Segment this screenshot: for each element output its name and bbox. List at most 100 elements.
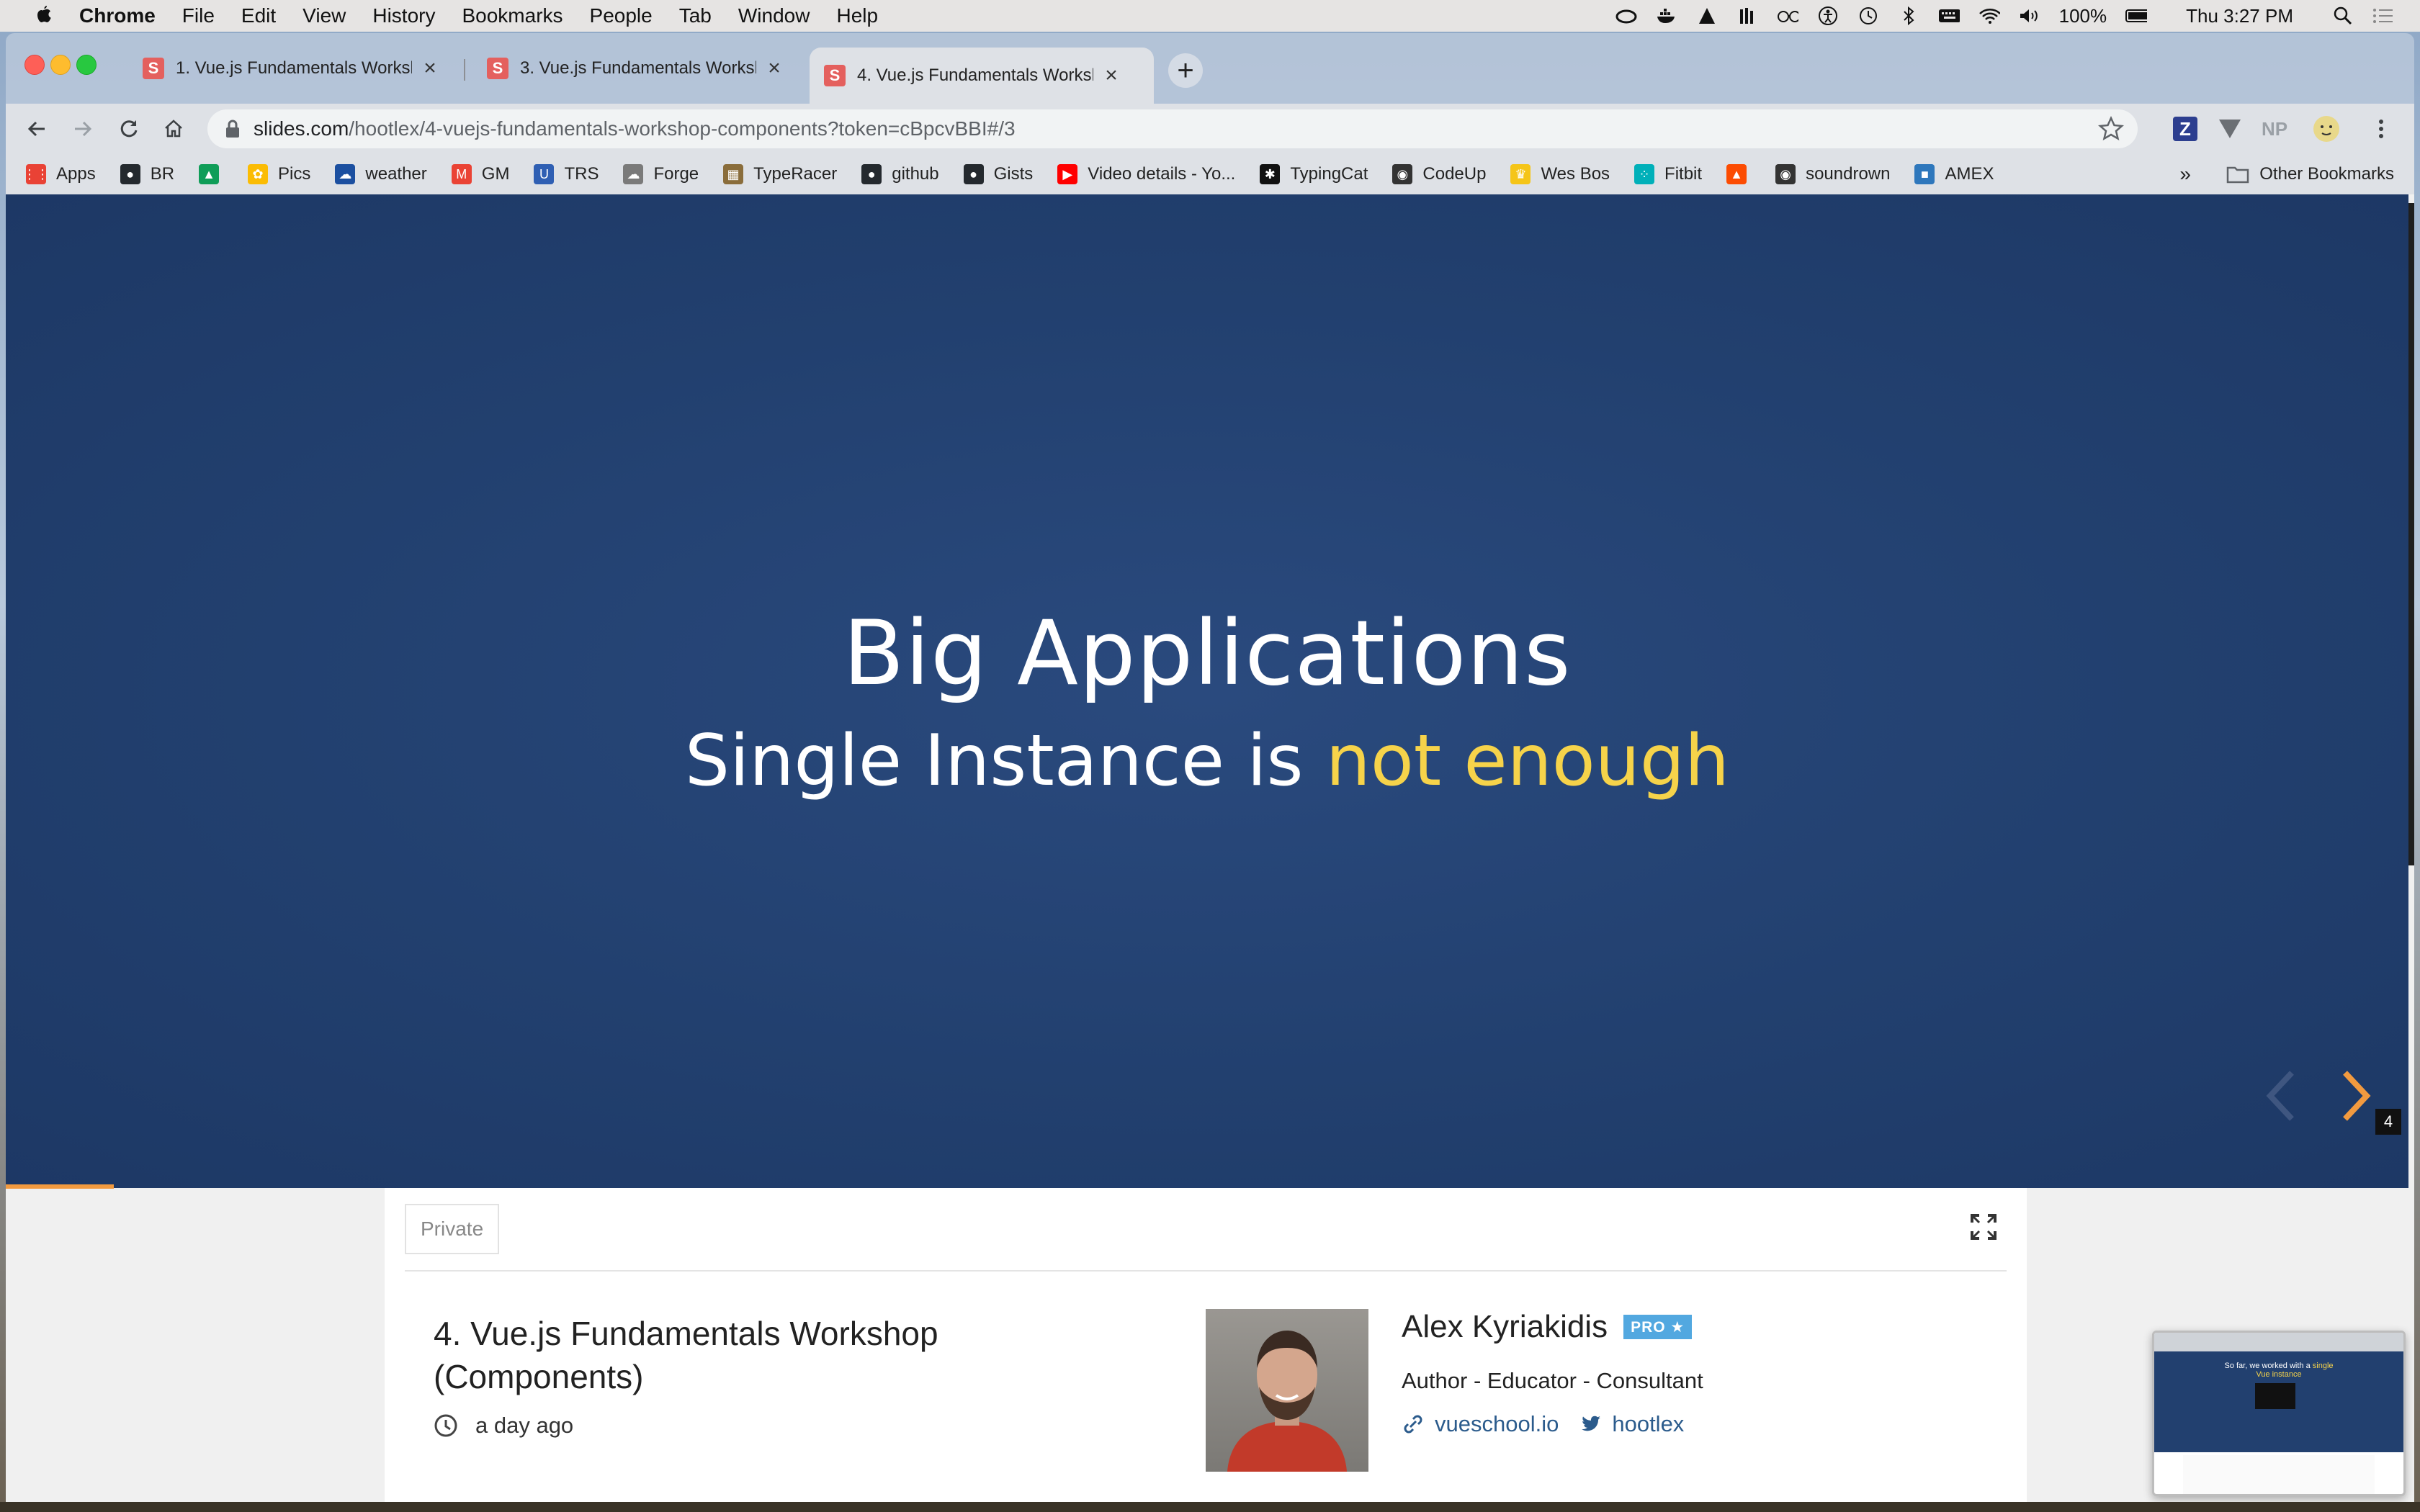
keyboard-icon[interactable] <box>1938 5 1960 27</box>
bookmark-item[interactable]: ▶ Video details - Yo... <box>1057 164 1235 184</box>
bookmark-item[interactable]: ▲ <box>1726 164 1757 184</box>
spotlight-search-icon[interactable] <box>2332 5 2354 27</box>
extension-np-icon[interactable]: NP <box>2259 113 2290 145</box>
bookmark-item[interactable]: ⋮⋮ Apps <box>23 164 96 184</box>
tab-close-icon[interactable]: × <box>763 56 785 81</box>
menubar-clock[interactable]: Thu 3:27 PM <box>2186 5 2293 27</box>
menu-file[interactable]: File <box>182 4 215 27</box>
other-bookmarks-label: Other Bookmarks <box>2259 164 2394 184</box>
time-machine-icon[interactable] <box>1857 5 1879 27</box>
menu-help[interactable]: Help <box>836 4 878 27</box>
docker-icon[interactable] <box>1656 5 1677 27</box>
next-slide-arrow-icon[interactable] <box>2336 1067 2377 1125</box>
menu-edit[interactable]: Edit <box>241 4 276 27</box>
author-avatar[interactable] <box>1206 1309 1368 1472</box>
presentation-slide[interactable]: Big Applications Single Instance is not … <box>6 194 2408 1188</box>
bookmark-item[interactable]: ☁ Forge <box>623 164 699 184</box>
scrollbar-thumb[interactable] <box>2408 203 2414 865</box>
window-zoom-button[interactable] <box>76 55 97 75</box>
accessibility-icon[interactable] <box>1817 5 1839 27</box>
github-icon: ● <box>120 164 140 184</box>
thumbnail-line2: Vue instance <box>2256 1370 2302 1379</box>
bookmark-item[interactable]: ■ AMEX <box>1914 164 1994 184</box>
visibility-badge[interactable]: Private <box>405 1204 500 1254</box>
other-bookmarks-folder[interactable]: Other Bookmarks <box>2226 164 2394 184</box>
bluetooth-icon[interactable] <box>1898 5 1919 27</box>
browser-toolbar: slides.com/hootlex/4-vuejs-fundamentals-… <box>6 104 2414 154</box>
apple-menu-icon[interactable] <box>29 4 58 27</box>
slide-number: 4 <box>2375 1109 2401 1135</box>
previous-slide-arrow-icon[interactable] <box>2260 1067 2300 1125</box>
chrome-menu-icon[interactable] <box>2365 113 2397 145</box>
bookmark-item[interactable]: M GM <box>451 164 509 184</box>
tab-1[interactable]: S 1. Vue.js Fundamentals Workshop × <box>128 48 441 89</box>
bookmark-label: TRS <box>564 164 599 184</box>
bookmark-item[interactable]: ⁘ Fitbit <box>1634 164 1702 184</box>
screenshot-thumbnail[interactable]: So far, we worked with a single Vue insta… <box>2152 1331 2406 1496</box>
tab-3[interactable]: S 3. Vue.js Fundamentals Workshop × <box>472 48 785 89</box>
menu-people[interactable]: People <box>590 4 653 27</box>
bookmark-item[interactable]: ♛ Wes Bos <box>1510 164 1610 184</box>
creative-cloud-icon[interactable] <box>1615 5 1637 27</box>
bookmark-star-icon[interactable] <box>2097 115 2125 146</box>
battery-icon[interactable] <box>2125 5 2148 27</box>
thumbnail-line1-highlight: single <box>2312 1362 2334 1370</box>
battery-percent: 100% <box>2058 4 2107 27</box>
menu-app-name[interactable]: Chrome <box>79 4 156 27</box>
bookmark-item[interactable]: ● Gists <box>963 164 1033 184</box>
menu-window[interactable]: Window <box>738 4 810 27</box>
bookmark-item[interactable]: ◉ soundrown <box>1775 164 1890 184</box>
address-bar[interactable]: slides.com/hootlex/4-vuejs-fundamentals-… <box>207 109 2138 148</box>
bookmark-item[interactable]: ● github <box>861 164 939 184</box>
author-website-link[interactable]: vueschool.io <box>1402 1411 1559 1437</box>
bookmarks-overflow-chevron-icon[interactable]: » <box>2179 163 2191 186</box>
bookmark-item[interactable]: ✱ TypingCat <box>1260 164 1368 184</box>
chrome-window: S 1. Vue.js Fundamentals Workshop × S 3.… <box>6 33 2414 1502</box>
notification-center-icon[interactable] <box>2372 5 2394 27</box>
bookmark-item[interactable]: U TRS <box>534 164 599 184</box>
bookmark-item[interactable]: ▦ TypeRacer <box>723 164 837 184</box>
tab-4-active[interactable]: S 4. Vue.js Fundamentals Workshop × <box>810 48 1154 104</box>
page-scrollbar[interactable] <box>2408 194 2414 1502</box>
new-tab-button[interactable]: + <box>1168 53 1203 88</box>
deck-time: a day ago <box>434 1413 573 1439</box>
extension-z-icon[interactable]: Z <box>2169 113 2201 145</box>
bookmark-item[interactable]: ☁ weather <box>335 164 427 184</box>
tab-close-icon[interactable]: × <box>1101 63 1122 88</box>
wifi-icon[interactable] <box>1978 5 2000 27</box>
extension-v-icon[interactable] <box>2214 113 2246 145</box>
menu-history[interactable]: History <box>372 4 435 27</box>
istat-icon[interactable] <box>1736 5 1758 27</box>
window-minimize-button[interactable] <box>50 55 71 75</box>
window-close-button[interactable] <box>24 55 45 75</box>
volume-icon[interactable] <box>2019 5 2040 27</box>
bookmark-item[interactable]: ◉ CodeUp <box>1392 164 1486 184</box>
author-twitter-link[interactable]: hootlex <box>1579 1411 1684 1437</box>
bookmark-item[interactable]: ✿ Pics <box>248 164 310 184</box>
tab-close-icon[interactable]: × <box>419 56 441 81</box>
globe-icon: ◉ <box>1775 164 1796 184</box>
glasses-icon[interactable] <box>1777 5 1798 27</box>
author-name-text[interactable]: Alex Kyriakidis <box>1402 1309 1608 1345</box>
vectorworks-icon[interactable] <box>1696 5 1718 27</box>
tab-title: 4. Vue.js Fundamentals Workshop <box>857 66 1093 85</box>
back-arrow-icon[interactable] <box>20 112 53 145</box>
youtube-icon: ▶ <box>1057 164 1078 184</box>
bookmark-item[interactable]: ▲ <box>199 164 229 184</box>
menu-view[interactable]: View <box>302 4 346 27</box>
menu-bookmarks[interactable]: Bookmarks <box>462 4 563 27</box>
bookmark-label: Fitbit <box>1664 164 1703 184</box>
lock-icon[interactable] <box>225 120 241 138</box>
bookmark-item[interactable]: ● BR <box>120 164 174 184</box>
bookmark-label: Pics <box>278 164 311 184</box>
forward-arrow-icon[interactable] <box>66 112 99 145</box>
bookmark-label: AMEX <box>1945 164 1994 184</box>
profile-avatar-icon[interactable] <box>2311 113 2342 145</box>
reload-icon[interactable] <box>112 112 145 145</box>
forge-icon: ☁ <box>623 164 644 184</box>
slide-progress-bar <box>6 1184 115 1189</box>
home-icon[interactable] <box>157 112 190 145</box>
fullscreen-icon[interactable] <box>1969 1212 1998 1241</box>
menu-tab[interactable]: Tab <box>679 4 712 27</box>
trs-icon: U <box>534 164 555 184</box>
